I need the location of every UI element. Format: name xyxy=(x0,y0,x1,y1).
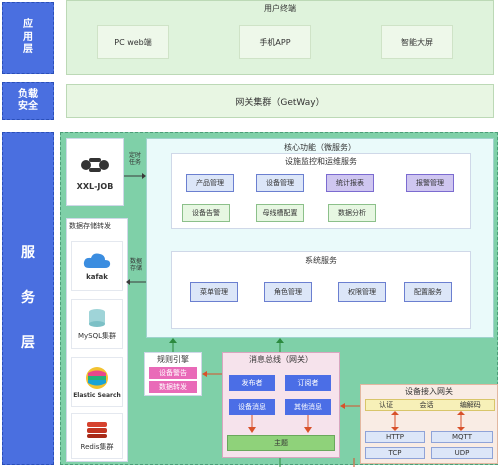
data-storage-panel: 数据存储转发 kafak MySQL集群 Elastic Search Redi… xyxy=(66,218,128,462)
kafka-label: kafak xyxy=(86,272,108,281)
data-analysis[interactable]: 数据分析 xyxy=(328,204,376,222)
scheduled-task-arrow xyxy=(124,173,146,179)
mqtt-updown-arrow xyxy=(457,411,465,431)
auth-session-codec-bar: 认证 会话 编解码 xyxy=(365,399,495,411)
session-label: 会话 xyxy=(419,401,434,409)
layer-label-app: 应 用 层 xyxy=(2,2,54,74)
rule-data-forward[interactable]: 数据转发 xyxy=(149,381,197,393)
redis-box: Redis集群 xyxy=(71,413,123,459)
data-storage-title: 数据存储转发 xyxy=(69,222,111,230)
message-bus-title: 消息总线（网关） xyxy=(249,355,313,364)
bus-down-arrow-right xyxy=(304,415,312,433)
menu-management[interactable]: 菜单管理 xyxy=(190,282,238,302)
data-store-arrow xyxy=(126,279,146,285)
rule-engine-panel: 规则引擎 设备警告 数据转发 xyxy=(144,352,202,396)
user-terminal-title: 用户终端 xyxy=(264,4,296,13)
statistics-report[interactable]: 统计报表 xyxy=(326,174,374,192)
bus-publisher[interactable]: 发布者 xyxy=(229,375,275,391)
auth-label: 认证 xyxy=(379,401,394,409)
rule-engine-up-arrow xyxy=(169,338,177,352)
message-bus-up-arrow xyxy=(276,338,284,352)
user-terminal-panel: 用户终端 PC web端 手机APP 智能大屏 xyxy=(66,0,494,75)
bus-device-message[interactable]: 设备消息 xyxy=(229,399,275,415)
redis-icon xyxy=(87,421,107,438)
codec-label: 编解码 xyxy=(459,401,481,409)
monitor-service-panel: 设施监控和运维服务 产品管理 设备管理 统计报表 报警管理 设备告警 母线槽配置… xyxy=(171,153,471,229)
mysql-database-icon xyxy=(89,308,105,327)
bus-down-arrow-left xyxy=(248,415,256,433)
scheduled-task-label: 定时 任务 xyxy=(128,152,141,167)
xxl-job-label: XXL-JOB xyxy=(76,181,114,191)
bus-topic[interactable]: 主题 xyxy=(227,435,335,451)
bus-to-rule-arrow xyxy=(202,371,224,377)
elasticsearch-icon xyxy=(86,366,108,389)
device-management[interactable]: 设备管理 xyxy=(256,174,304,192)
terminal-smart-screen[interactable]: 智能大屏 xyxy=(381,25,453,59)
data-store-label: 数据 存储 xyxy=(129,258,142,273)
mysql-box: MySQL集群 xyxy=(71,299,123,349)
role-management[interactable]: 角色管理 xyxy=(264,282,312,302)
protocol-http[interactable]: HTTP xyxy=(365,431,425,443)
message-bus-panel: 消息总线（网关） 发布者 订阅者 设备消息 其他消息 主题 xyxy=(222,352,340,458)
protocol-mqtt[interactable]: MQTT xyxy=(431,431,493,443)
core-function-panel: 核心功能（微服务） 设施监控和运维服务 产品管理 设备管理 统计报表 报警管理 … xyxy=(146,138,494,338)
alarm-management[interactable]: 报警管理 xyxy=(406,174,454,192)
http-updown-arrow xyxy=(391,411,399,431)
bus-other-message[interactable]: 其他消息 xyxy=(285,399,331,415)
gateway-label: 网关集群（GetWay） xyxy=(235,97,325,108)
layer-label-service: 服 务 层 xyxy=(2,132,54,465)
core-function-title: 核心功能（微服务） xyxy=(284,143,356,152)
redis-label: Redis集群 xyxy=(80,442,114,451)
terminal-mobile-app[interactable]: 手机APP xyxy=(239,25,311,59)
rule-device-warning[interactable]: 设备警告 xyxy=(149,367,197,379)
kafka-box: kafak xyxy=(71,241,123,291)
mysql-label: MySQL集群 xyxy=(77,331,117,340)
gateway-cluster: 网关集群（GetWay） xyxy=(66,84,494,118)
xxl-job-box: XXL-JOB xyxy=(66,138,124,206)
system-service-panel: 系统服务 菜单管理 角色管理 权限管理 配置服务 xyxy=(171,251,471,329)
elasticsearch-label: Elastic Search xyxy=(73,391,121,399)
layer-label-load-security: 负载 安全 xyxy=(2,82,54,120)
system-service-title: 系统服务 xyxy=(305,256,337,265)
busway-config[interactable]: 母线槽配置 xyxy=(256,204,304,222)
permission-management[interactable]: 权限管理 xyxy=(338,282,386,302)
gateway-to-bus-arrow xyxy=(340,403,362,409)
xxl-job-icon xyxy=(81,157,109,172)
config-service[interactable]: 配置服务 xyxy=(404,282,452,302)
bus-subscriber[interactable]: 订阅者 xyxy=(285,375,331,391)
protocol-udp[interactable]: UDP xyxy=(431,447,493,459)
bottom-connector xyxy=(279,458,355,467)
elasticsearch-box: Elastic Search xyxy=(71,357,123,407)
device-alert[interactable]: 设备告警 xyxy=(182,204,230,222)
device-gateway-panel: 设备接入网关 认证 会话 编解码 HTTP MQTT TCP UDP xyxy=(360,384,498,464)
terminal-pc-web[interactable]: PC web端 xyxy=(97,25,169,59)
device-gateway-title: 设备接入网关 xyxy=(405,387,453,396)
product-management[interactable]: 产品管理 xyxy=(186,174,234,192)
rule-engine-title: 规则引擎 xyxy=(157,355,189,364)
kafka-cloud-icon xyxy=(83,253,111,268)
monitor-service-title: 设施监控和运维服务 xyxy=(285,157,357,166)
